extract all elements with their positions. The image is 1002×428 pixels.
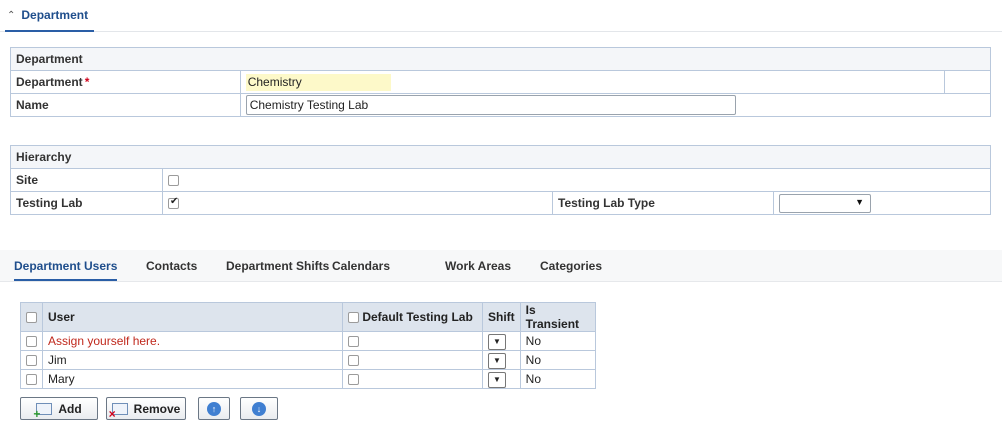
user-column-header: User bbox=[42, 302, 343, 332]
user-name: Mary bbox=[42, 369, 343, 389]
shift-dropdown[interactable]: ▼ bbox=[488, 333, 506, 350]
hierarchy-panel-caption: Hierarchy bbox=[10, 145, 991, 169]
move-down-button[interactable]: ↓ bbox=[240, 397, 278, 420]
table-row[interactable]: Jim ▼ No bbox=[20, 350, 597, 370]
users-table-header: User Default Testing Lab Shift Is Transi… bbox=[20, 302, 597, 332]
row-checkbox[interactable] bbox=[26, 336, 37, 348]
table-row[interactable]: Assign yourself here. ▼ No bbox=[20, 331, 597, 351]
assign-yourself-link[interactable]: Assign yourself here. bbox=[42, 331, 343, 351]
default-lab-header-checkbox[interactable] bbox=[348, 312, 359, 324]
department-extra-cell bbox=[943, 70, 992, 94]
user-name: Jim bbox=[42, 350, 343, 370]
tab-work-areas[interactable]: Work Areas bbox=[445, 259, 511, 279]
tab-department-shifts[interactable]: Department Shifts bbox=[226, 259, 329, 279]
is-transient-column-header: Is Transient bbox=[519, 302, 597, 332]
shift-dropdown[interactable]: ▼ bbox=[488, 352, 506, 369]
section-title: Department bbox=[21, 8, 89, 22]
tab-department-users[interactable]: Department Users bbox=[14, 259, 118, 281]
users-table: User Default Testing Lab Shift Is Transi… bbox=[20, 302, 597, 389]
is-transient-value: No bbox=[519, 331, 597, 351]
department-panel: Department Department * Chemistry Name Ch… bbox=[10, 47, 992, 117]
testing-lab-checkbox[interactable] bbox=[168, 196, 179, 210]
testing-lab-type-label: Testing Lab Type bbox=[552, 191, 774, 215]
chevron-up-icon: ⌃ bbox=[7, 10, 16, 21]
tab-categories[interactable]: Categories bbox=[540, 259, 602, 279]
hierarchy-panel: Hierarchy Site Testing Lab Testing Lab T… bbox=[10, 145, 991, 215]
table-row[interactable]: Mary ▼ No bbox=[20, 369, 597, 389]
department-value: Chemistry bbox=[245, 73, 391, 91]
is-transient-value: No bbox=[519, 369, 597, 389]
arrow-down-circle-icon: ↓ bbox=[252, 401, 266, 416]
shift-column-header: Shift bbox=[482, 302, 521, 332]
remove-row-icon bbox=[109, 402, 128, 421]
row-checkbox[interactable] bbox=[26, 355, 37, 367]
tab-contacts[interactable]: Contacts bbox=[146, 259, 197, 279]
site-checkbox[interactable] bbox=[168, 175, 179, 187]
default-testing-lab-checkbox[interactable] bbox=[348, 336, 359, 348]
tab-calendars[interactable]: Calendars bbox=[332, 259, 390, 279]
default-testing-lab-checkbox[interactable] bbox=[348, 374, 359, 386]
department-label: Department * bbox=[10, 70, 241, 94]
add-button-label: Add bbox=[58, 401, 82, 416]
default-testing-lab-checkbox[interactable] bbox=[348, 355, 359, 367]
select-all-checkbox[interactable] bbox=[26, 312, 37, 324]
default-testing-lab-column-header: Default Testing Lab bbox=[362, 310, 473, 324]
dropdown-arrow-icon: ▼ bbox=[855, 196, 864, 207]
testing-lab-type-select[interactable]: ▼ bbox=[779, 193, 871, 213]
is-transient-value: No bbox=[519, 350, 597, 370]
add-row-icon bbox=[33, 402, 53, 421]
testing-lab-label: Testing Lab bbox=[10, 191, 163, 215]
department-section-toggle[interactable]: ⌃ Department bbox=[5, 7, 95, 32]
shift-dropdown[interactable]: ▼ bbox=[488, 371, 506, 388]
department-tabs: Department Users Contacts Department Shi… bbox=[0, 250, 1002, 282]
move-up-button[interactable]: ↑ bbox=[198, 397, 230, 420]
site-label: Site bbox=[10, 168, 163, 192]
row-checkbox[interactable] bbox=[26, 374, 37, 386]
remove-button-label: Remove bbox=[133, 401, 181, 416]
name-input[interactable]: Chemistry Testing Lab bbox=[245, 95, 736, 115]
remove-button[interactable]: Remove bbox=[106, 397, 186, 421]
arrow-up-circle-icon: ↑ bbox=[207, 401, 221, 416]
name-label: Name bbox=[10, 93, 241, 117]
department-panel-caption: Department bbox=[10, 47, 991, 71]
required-marker: * bbox=[84, 75, 90, 89]
add-button[interactable]: Add bbox=[20, 397, 98, 421]
section-header: ⌃ Department bbox=[0, 0, 1002, 32]
